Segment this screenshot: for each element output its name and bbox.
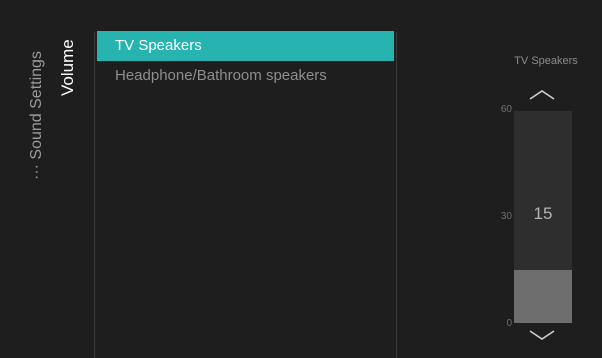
breadcrumb-current-volume: Volume — [58, 39, 77, 96]
menu-item-tv-speakers[interactable]: TV Speakers — [97, 31, 394, 61]
volume-slider-fill — [514, 270, 572, 323]
divider-right — [396, 32, 397, 358]
volume-scale-min: 0 — [506, 318, 512, 329]
tv-settings-screen: ··· Sound Settings Volume TV Speakers He… — [0, 0, 602, 358]
volume-scale-max: 60 — [500, 104, 512, 115]
volume-scale-mid: 30 — [500, 211, 512, 222]
speaker-menu: TV Speakers Headphone/Bathroom speakers — [97, 31, 394, 91]
volume-panel-title: TV Speakers — [514, 55, 578, 67]
divider-left — [94, 32, 95, 358]
breadcrumb: ··· Sound Settings Volume — [0, 0, 94, 358]
volume-value: 15 — [533, 204, 553, 223]
chevron-up-icon[interactable] — [527, 88, 557, 102]
chevron-down-icon[interactable] — [527, 328, 557, 342]
breadcrumb-parent-sound-settings[interactable]: ··· Sound Settings — [28, 51, 46, 180]
menu-item-headphone-bathroom-speakers[interactable]: Headphone/Bathroom speakers — [97, 61, 394, 91]
